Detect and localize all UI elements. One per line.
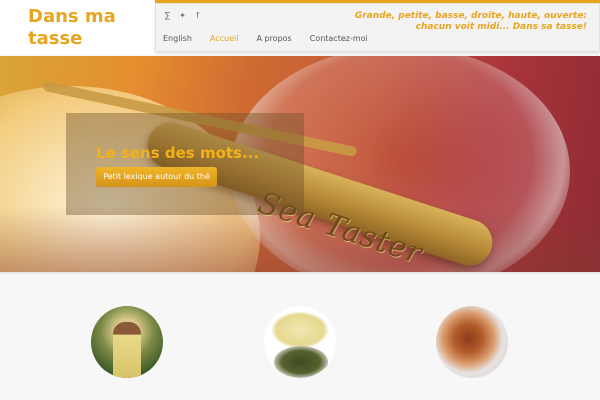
facebook-icon[interactable]: f — [194, 11, 201, 20]
featured-image-black-tea[interactable] — [436, 306, 508, 378]
main-nav: English Accueil A propos Contactez-moi — [163, 34, 368, 43]
nav-item-contact[interactable]: Contactez-moi — [310, 34, 368, 43]
hero-caption: Le sens des mots... Petit lexique autour… — [66, 113, 304, 215]
logo-line-2[interactable]: tasse — [28, 28, 116, 50]
featured-image-green-tea[interactable] — [264, 306, 336, 378]
hero-divider — [0, 272, 600, 275]
lexicon-button[interactable]: Petit lexique autour du thé — [96, 167, 217, 187]
hero-title: Le sens des mots... — [96, 144, 260, 162]
logo-line-1[interactable]: Dans ma — [28, 6, 116, 28]
twitter-icon[interactable]: ✦ — [179, 11, 186, 20]
nav-item-accueil[interactable]: Accueil — [210, 34, 239, 43]
nav-item-english[interactable]: English — [163, 34, 192, 43]
nav-item-a-propos[interactable]: A propos — [256, 34, 291, 43]
tea-cup — [272, 312, 328, 348]
portrait-figure — [113, 322, 141, 378]
rss-icon[interactable]: ∑ — [164, 11, 171, 20]
hero-banner: Sea Taster Le sens des mots... Petit lex… — [0, 56, 600, 272]
site-logo[interactable]: Dans ma tasse — [28, 6, 116, 50]
logo-area[interactable]: Dans ma tasse — [0, 0, 152, 52]
tea-leaves-bowl — [274, 346, 328, 378]
social-links: ∑ ✦ f — [164, 11, 201, 20]
site-header: Dans ma tasse ∑ ✦ f Grande, petite, bass… — [0, 0, 600, 55]
featured-image-portrait[interactable] — [91, 306, 163, 378]
site-tagline: Grande, petite, basse, droite, haute, ou… — [354, 11, 587, 32]
header-panel: ∑ ✦ f Grande, petite, basse, droite, hau… — [155, 3, 600, 52]
